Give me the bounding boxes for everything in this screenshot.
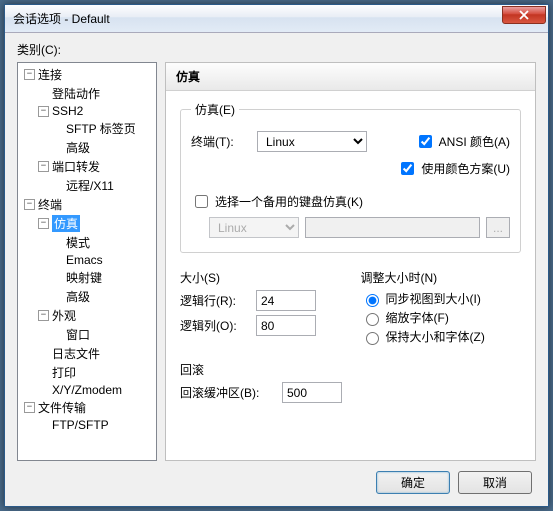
alt-keyboard-path bbox=[305, 217, 480, 238]
tree-item-emulation[interactable]: −仿真 bbox=[36, 214, 156, 233]
collapse-icon[interactable]: − bbox=[24, 402, 35, 413]
resize-sync-radio[interactable]: 同步视图到大小(I) bbox=[361, 290, 522, 307]
tree-item-emacs[interactable]: Emacs bbox=[50, 252, 156, 268]
dialog-body: 类别(C): −连接 登陆动作 −SSH2 SFTP 标签页 高级 bbox=[5, 33, 548, 506]
page-title: 仿真 bbox=[166, 63, 535, 91]
use-color-scheme-checkbox[interactable] bbox=[401, 162, 414, 175]
tree-item-sftp-tab[interactable]: SFTP 标签页 bbox=[50, 119, 156, 138]
size-resize-row: 大小(S) 逻辑行(R): 逻辑列(O): 调整大小时(N) bbox=[180, 263, 521, 347]
emulation-group: 仿真(E) 终端(T): Linux ANSI 颜色(A) bbox=[180, 101, 521, 253]
ansi-color-checkbox[interactable] bbox=[419, 135, 432, 148]
tree-item-mode[interactable]: 模式 bbox=[50, 233, 156, 252]
alt-keyboard-check[interactable]: 选择一个备用的键盘仿真(K) bbox=[191, 192, 510, 211]
tree-item-ftp-sftp[interactable]: FTP/SFTP bbox=[36, 417, 156, 433]
titlebar: 会话选项 - Default bbox=[5, 5, 548, 33]
terminal-select[interactable]: Linux bbox=[257, 131, 367, 152]
alt-keyboard-checkbox[interactable] bbox=[195, 195, 208, 208]
category-tree[interactable]: −连接 登陆动作 −SSH2 SFTP 标签页 高级 bbox=[17, 62, 157, 461]
tree-item-advanced2[interactable]: 高级 bbox=[50, 287, 156, 306]
tree-item-remote-x11[interactable]: 远程/X11 bbox=[50, 176, 156, 195]
tree-item-terminal[interactable]: −终端 bbox=[22, 195, 156, 214]
collapse-icon[interactable]: − bbox=[24, 69, 35, 80]
rows-label: 逻辑行(R): bbox=[180, 292, 250, 309]
content-panel: 仿真 仿真(E) 终端(T): Linux ANSI 颜色(A bbox=[165, 62, 536, 461]
close-button[interactable] bbox=[502, 6, 546, 24]
resize-keep-radio[interactable]: 保持大小和字体(Z) bbox=[361, 328, 522, 345]
resize-title: 调整大小时(N) bbox=[361, 269, 522, 286]
cols-input[interactable] bbox=[256, 315, 316, 336]
category-label: 类别(C): bbox=[17, 41, 536, 58]
use-color-scheme-check[interactable]: 使用颜色方案(U) bbox=[397, 159, 510, 178]
tree-item-port-forward[interactable]: −端口转发 bbox=[36, 157, 156, 176]
main-area: −连接 登陆动作 −SSH2 SFTP 标签页 高级 bbox=[17, 62, 536, 461]
collapse-icon[interactable]: − bbox=[24, 199, 35, 210]
tree-item-ssh2[interactable]: −SSH2 bbox=[36, 103, 156, 119]
cols-label: 逻辑列(O): bbox=[180, 317, 250, 334]
ok-button[interactable]: 确定 bbox=[376, 471, 450, 494]
dialog-window: 会话选项 - Default 类别(C): −连接 登陆动作 −SSH2 bbox=[4, 4, 549, 507]
size-title: 大小(S) bbox=[180, 269, 341, 286]
content-body: 仿真(E) 终端(T): Linux ANSI 颜色(A) bbox=[166, 91, 535, 460]
tree-item-advanced[interactable]: 高级 bbox=[50, 138, 156, 157]
close-icon bbox=[519, 10, 529, 20]
cancel-button[interactable]: 取消 bbox=[458, 471, 532, 494]
collapse-icon[interactable]: − bbox=[38, 310, 49, 321]
collapse-icon[interactable]: − bbox=[38, 218, 49, 229]
ansi-color-check[interactable]: ANSI 颜色(A) bbox=[415, 132, 510, 151]
button-bar: 确定 取消 bbox=[17, 461, 536, 498]
alt-keyboard-select: Linux bbox=[209, 217, 299, 238]
scrollback-title: 回滚 bbox=[180, 361, 521, 378]
tree-item-logfile[interactable]: 日志文件 bbox=[36, 344, 156, 363]
scrollback-input[interactable] bbox=[282, 382, 342, 403]
tree-item-print[interactable]: 打印 bbox=[36, 363, 156, 382]
scrollback-label: 回滚缓冲区(B): bbox=[180, 384, 276, 401]
tree-item-window[interactable]: 窗口 bbox=[50, 325, 156, 344]
tree-item-file-transfer[interactable]: −文件传输 bbox=[22, 398, 156, 417]
window-title: 会话选项 - Default bbox=[13, 10, 502, 27]
emulation-legend: 仿真(E) bbox=[191, 101, 239, 118]
tree-item-connection[interactable]: −连接 bbox=[22, 65, 156, 84]
tree-item-mapkeys[interactable]: 映射键 bbox=[50, 268, 156, 287]
resize-scale-radio[interactable]: 缩放字体(F) bbox=[361, 309, 522, 326]
collapse-icon[interactable]: − bbox=[38, 106, 49, 117]
browse-button: ... bbox=[486, 217, 510, 238]
tree-item-xyzmodem[interactable]: X/Y/Zmodem bbox=[36, 382, 156, 398]
tree-item-login[interactable]: 登陆动作 bbox=[36, 84, 156, 103]
collapse-icon[interactable]: − bbox=[38, 161, 49, 172]
terminal-label: 终端(T): bbox=[191, 133, 251, 150]
tree-item-appearance[interactable]: −外观 bbox=[36, 306, 156, 325]
rows-input[interactable] bbox=[256, 290, 316, 311]
